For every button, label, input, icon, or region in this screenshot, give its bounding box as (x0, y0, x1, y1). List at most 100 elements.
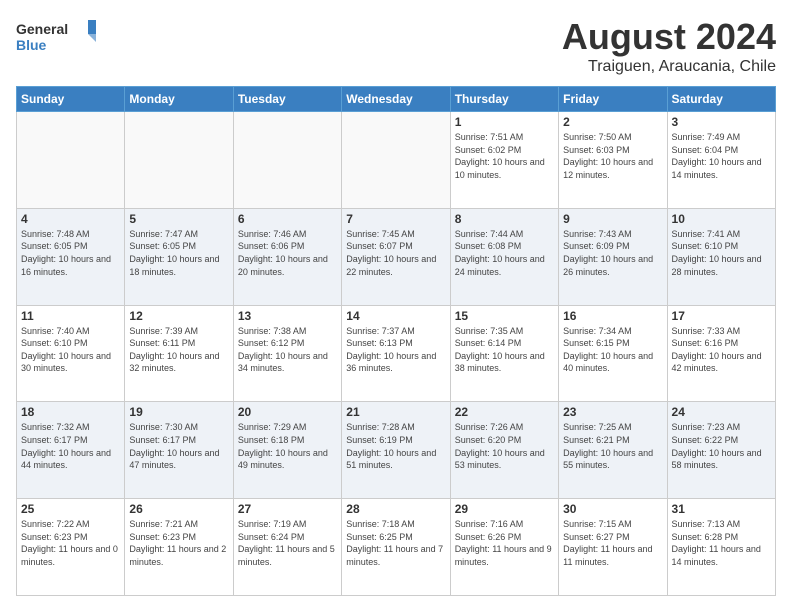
day-info: Sunrise: 7:32 AM Sunset: 6:17 PM Dayligh… (21, 421, 120, 471)
day-info: Sunrise: 7:47 AM Sunset: 6:05 PM Dayligh… (129, 228, 228, 278)
day-number: 16 (563, 309, 662, 323)
calendar-cell: 28Sunrise: 7:18 AM Sunset: 6:25 PM Dayli… (342, 499, 450, 596)
day-info: Sunrise: 7:39 AM Sunset: 6:11 PM Dayligh… (129, 325, 228, 375)
day-info: Sunrise: 7:41 AM Sunset: 6:10 PM Dayligh… (672, 228, 771, 278)
calendar-cell: 5 Sunrise: 7:47 AM Sunset: 6:05 PM Daylig… (125, 208, 233, 305)
day-number: 25 (21, 502, 120, 516)
calendar-week-3: 11Sunrise: 7:40 AM Sunset: 6:10 PM Dayli… (17, 305, 776, 402)
calendar-cell (125, 112, 233, 209)
calendar-cell (233, 112, 341, 209)
col-header-friday: Friday (559, 87, 667, 112)
calendar-table: SundayMondayTuesdayWednesdayThursdayFrid… (16, 86, 776, 596)
calendar-cell: 13 Sunrise: 7:38 AM Sunset: 6:12 PM Dayli… (233, 305, 341, 402)
day-number: 20 (238, 405, 337, 419)
day-number: 12 (129, 309, 228, 323)
title-block: August 2024 Traiguen, Araucania, Chile (562, 16, 776, 76)
calendar-week-4: 18 Sunrise: 7:32 AM Sunset: 6:17 PM Dayli… (17, 402, 776, 499)
day-info: Sunrise: 7:25 AM Sunset: 6:21 PM Dayligh… (563, 421, 662, 471)
day-number: 13 (238, 309, 337, 323)
day-info: Sunrise: 7:35 AM Sunset: 6:14 PM Dayligh… (455, 325, 554, 375)
subtitle: Traiguen, Araucania, Chile (562, 58, 776, 76)
main-title: August 2024 (562, 16, 776, 58)
day-info: Sunrise: 7:33 AM Sunset: 6:16 PM Dayligh… (672, 325, 771, 375)
calendar-cell: 7 Sunrise: 7:45 AM Sunset: 6:07 PM Daylig… (342, 208, 450, 305)
calendar-cell: 21 Sunrise: 7:28 AM Sunset: 6:19 PM Dayli… (342, 402, 450, 499)
svg-text:General: General (16, 21, 68, 37)
day-info: Sunrise: 7:23 AM Sunset: 6:22 PM Dayligh… (672, 421, 771, 471)
calendar-cell: 17 Sunrise: 7:33 AM Sunset: 6:16 PM Dayli… (667, 305, 775, 402)
calendar-cell: 9 Sunrise: 7:43 AM Sunset: 6:09 PM Daylig… (559, 208, 667, 305)
day-info: Sunrise: 7:45 AM Sunset: 6:07 PM Dayligh… (346, 228, 445, 278)
day-number: 3 (672, 115, 771, 129)
col-header-thursday: Thursday (450, 87, 558, 112)
day-info: Sunrise: 7:21 AM Sunset: 6:23 PM Dayligh… (129, 518, 228, 568)
day-number: 26 (129, 502, 228, 516)
day-info: Sunrise: 7:49 AM Sunset: 6:04 PM Dayligh… (672, 131, 771, 181)
page: General Blue August 2024 Traiguen, Arauc… (0, 0, 792, 612)
calendar-cell: 1 Sunrise: 7:51 AM Sunset: 6:02 PM Daylig… (450, 112, 558, 209)
calendar-header-row: SundayMondayTuesdayWednesdayThursdayFrid… (17, 87, 776, 112)
day-number: 31 (672, 502, 771, 516)
calendar-cell: 2 Sunrise: 7:50 AM Sunset: 6:03 PM Daylig… (559, 112, 667, 209)
col-header-saturday: Saturday (667, 87, 775, 112)
calendar-week-1: 1 Sunrise: 7:51 AM Sunset: 6:02 PM Daylig… (17, 112, 776, 209)
day-number: 30 (563, 502, 662, 516)
day-info: Sunrise: 7:22 AM Sunset: 6:23 PM Dayligh… (21, 518, 120, 568)
day-info: Sunrise: 7:13 AM Sunset: 6:28 PM Dayligh… (672, 518, 771, 568)
day-number: 23 (563, 405, 662, 419)
day-number: 9 (563, 212, 662, 226)
day-info: Sunrise: 7:46 AM Sunset: 6:06 PM Dayligh… (238, 228, 337, 278)
calendar-cell: 31 Sunrise: 7:13 AM Sunset: 6:28 PM Dayli… (667, 499, 775, 596)
day-number: 21 (346, 405, 445, 419)
day-info: Sunrise: 7:38 AM Sunset: 6:12 PM Dayligh… (238, 325, 337, 375)
col-header-sunday: Sunday (17, 87, 125, 112)
day-number: 17 (672, 309, 771, 323)
calendar-week-5: 25 Sunrise: 7:22 AM Sunset: 6:23 PM Dayli… (17, 499, 776, 596)
day-info: Sunrise: 7:51 AM Sunset: 6:02 PM Dayligh… (455, 131, 554, 181)
calendar-cell: 15 Sunrise: 7:35 AM Sunset: 6:14 PM Dayli… (450, 305, 558, 402)
day-number: 1 (455, 115, 554, 129)
day-number: 27 (238, 502, 337, 516)
day-number: 5 (129, 212, 228, 226)
logo-svg: General Blue (16, 16, 96, 56)
calendar-cell (342, 112, 450, 209)
day-info: Sunrise: 7:44 AM Sunset: 6:08 PM Dayligh… (455, 228, 554, 278)
day-info: Sunrise: 7:16 AM Sunset: 6:26 PM Dayligh… (455, 518, 554, 568)
day-info: Sunrise: 7:19 AM Sunset: 6:24 PM Dayligh… (238, 518, 337, 568)
day-number: 11 (21, 309, 120, 323)
calendar-cell: 30 Sunrise: 7:15 AM Sunset: 6:27 PM Dayli… (559, 499, 667, 596)
col-header-tuesday: Tuesday (233, 87, 341, 112)
day-number: 24 (672, 405, 771, 419)
day-number: 2 (563, 115, 662, 129)
calendar-cell: 26 Sunrise: 7:21 AM Sunset: 6:23 PM Dayli… (125, 499, 233, 596)
day-number: 10 (672, 212, 771, 226)
svg-text:Blue: Blue (16, 37, 47, 53)
day-info: Sunrise: 7:18 AM Sunset: 6:25 PM Dayligh… (346, 518, 445, 568)
col-header-monday: Monday (125, 87, 233, 112)
calendar-cell: 3 Sunrise: 7:49 AM Sunset: 6:04 PM Daylig… (667, 112, 775, 209)
calendar-cell (17, 112, 125, 209)
calendar-cell: 12 Sunrise: 7:39 AM Sunset: 6:11 PM Dayli… (125, 305, 233, 402)
day-number: 18 (21, 405, 120, 419)
calendar-week-2: 4Sunrise: 7:48 AM Sunset: 6:05 PM Daylig… (17, 208, 776, 305)
day-number: 19 (129, 405, 228, 419)
day-number: 7 (346, 212, 445, 226)
day-number: 14 (346, 309, 445, 323)
calendar-cell: 29 Sunrise: 7:16 AM Sunset: 6:26 PM Dayli… (450, 499, 558, 596)
header: General Blue August 2024 Traiguen, Arauc… (16, 16, 776, 76)
day-info: Sunrise: 7:15 AM Sunset: 6:27 PM Dayligh… (563, 518, 662, 568)
calendar-cell: 25 Sunrise: 7:22 AM Sunset: 6:23 PM Dayli… (17, 499, 125, 596)
calendar-cell: 14 Sunrise: 7:37 AM Sunset: 6:13 PM Dayli… (342, 305, 450, 402)
day-number: 15 (455, 309, 554, 323)
day-number: 29 (455, 502, 554, 516)
calendar-cell: 8 Sunrise: 7:44 AM Sunset: 6:08 PM Daylig… (450, 208, 558, 305)
day-info: Sunrise: 7:43 AM Sunset: 6:09 PM Dayligh… (563, 228, 662, 278)
day-info: Sunrise: 7:50 AM Sunset: 6:03 PM Dayligh… (563, 131, 662, 181)
day-info: Sunrise: 7:28 AM Sunset: 6:19 PM Dayligh… (346, 421, 445, 471)
day-number: 8 (455, 212, 554, 226)
day-number: 4 (21, 212, 120, 226)
calendar-cell: 19Sunrise: 7:30 AM Sunset: 6:17 PM Dayli… (125, 402, 233, 499)
calendar-cell: 22Sunrise: 7:26 AM Sunset: 6:20 PM Dayli… (450, 402, 558, 499)
day-info: Sunrise: 7:37 AM Sunset: 6:13 PM Dayligh… (346, 325, 445, 375)
calendar-cell: 27 Sunrise: 7:19 AM Sunset: 6:24 PM Dayli… (233, 499, 341, 596)
